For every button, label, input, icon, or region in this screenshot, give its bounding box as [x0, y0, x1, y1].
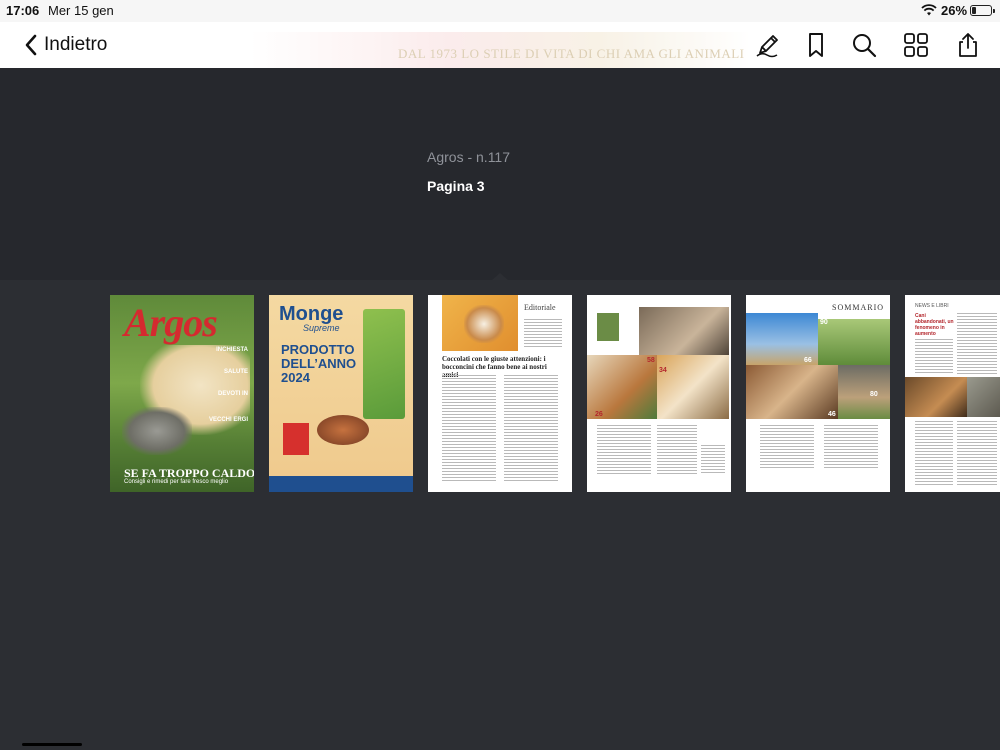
share-icon[interactable]	[954, 31, 982, 59]
text-column	[915, 339, 953, 375]
page-number-label: 26	[595, 411, 603, 418]
text-column	[824, 425, 878, 469]
editorial-header: Editoriale	[524, 303, 556, 312]
ad-footer-band	[269, 476, 413, 492]
battery-icon	[970, 5, 995, 16]
news-header: NEWS E LIBRI	[915, 303, 949, 309]
publication-title: Agros - n.117	[427, 149, 511, 165]
bookmark-icon[interactable]	[802, 31, 830, 59]
text-column	[504, 375, 558, 483]
page-number-label: 90	[820, 319, 828, 326]
cover-cat-image	[122, 407, 192, 455]
ad-food-bowl-image	[317, 415, 369, 445]
text-column	[701, 445, 725, 475]
cover-banner-ghost: DAL 1973 LO STILE DI VITA DI CHI AMA GLI…	[250, 32, 750, 68]
thumbnail-page-4[interactable]: 58 34 26	[587, 295, 731, 492]
wifi-icon	[921, 4, 937, 16]
editorial-dog-image	[442, 295, 518, 351]
cover-masthead: Argos	[124, 300, 218, 345]
thumbnail-editoriale[interactable]: Editoriale Coccolati con le giuste atten…	[428, 295, 572, 492]
text-column	[442, 375, 496, 483]
text-column	[915, 421, 953, 485]
annotate-pencil-icon[interactable]	[754, 31, 782, 59]
page-dog-photo	[587, 355, 657, 419]
text-column	[760, 425, 814, 469]
status-time: 17:06	[6, 3, 40, 18]
cover-side-text: SALUTE	[224, 369, 248, 375]
battery-percent: 26%	[941, 3, 968, 18]
back-label: Indietro	[44, 34, 108, 55]
thumbnail-cover[interactable]: Argos INCHIESTA SALUTE DEVOTI IN VECCHI …	[110, 295, 254, 492]
text-column	[957, 313, 997, 375]
news-photo	[967, 377, 1000, 417]
cover-side-text: INCHIESTA	[216, 347, 248, 353]
sommario-person-photo	[818, 319, 890, 365]
ad-award-badge	[283, 423, 309, 455]
page-corgi-photo	[657, 355, 729, 419]
cover-side-text: DEVOTI IN	[217, 391, 248, 397]
news-red-title: Cani abbandonati, un fenomeno in aumento	[915, 313, 954, 337]
search-icon[interactable]	[850, 31, 878, 59]
text-column	[524, 319, 562, 349]
reader-toolbar: DAL 1973 LO STILE DI VITA DI CHI AMA GLI…	[0, 22, 1000, 68]
editorial-title: Coccolati con le giuste attenzioni: i bo…	[442, 355, 547, 379]
thumbnail-news[interactable]: NEWS E LIBRI Cani abbandonati, un fenome…	[905, 295, 1000, 492]
ad-headline: PRODOTTO DELL’ANNO 2024	[281, 342, 357, 385]
sommario-dogs-photo	[838, 365, 890, 419]
text-column	[597, 425, 651, 475]
sommario-cat-photo	[746, 365, 838, 419]
grid-view-icon[interactable]	[902, 31, 930, 59]
page-number-label: 80	[870, 391, 878, 398]
page-info-panel: Agros - n.117 Pagina 3	[0, 68, 1000, 280]
sommario-title: SOMMARIO	[832, 303, 885, 312]
thumbnail-monge-ad[interactable]: Monge Supreme PRODOTTO DELL’ANNO 2024	[269, 295, 413, 492]
cover-subheadline: Consigli e rimedi per fare fresco meglio	[124, 479, 229, 485]
page-small-photo	[597, 313, 619, 341]
cover-side-text: VECCHI ERGI	[208, 417, 248, 423]
page-cat-photo	[639, 307, 729, 355]
page-number-label: 34	[659, 367, 667, 374]
news-dog-photo	[905, 377, 967, 417]
home-indicator	[22, 743, 82, 746]
status-date: Mer 15 gen	[48, 3, 114, 18]
thumbnail-sommario[interactable]: SOMMARIO 90 66 46 80	[746, 295, 890, 492]
chevron-left-icon	[25, 34, 37, 56]
current-page-pointer	[491, 273, 509, 281]
battery-level	[972, 7, 976, 14]
banner-text: DAL 1973 LO STILE DI VITA DI CHI AMA GLI…	[398, 46, 745, 61]
status-bar: 17:06 Mer 15 gen 26%	[0, 0, 1000, 22]
back-button[interactable]: Indietro	[24, 31, 107, 59]
current-page-label: Pagina 3	[427, 178, 485, 194]
text-column	[957, 421, 997, 485]
page-number-label: 46	[828, 411, 836, 418]
text-column	[657, 425, 697, 475]
page-number-label: 66	[804, 357, 812, 364]
ad-sub-brand: Supreme	[303, 323, 340, 333]
page-number-label: 58	[647, 357, 655, 364]
